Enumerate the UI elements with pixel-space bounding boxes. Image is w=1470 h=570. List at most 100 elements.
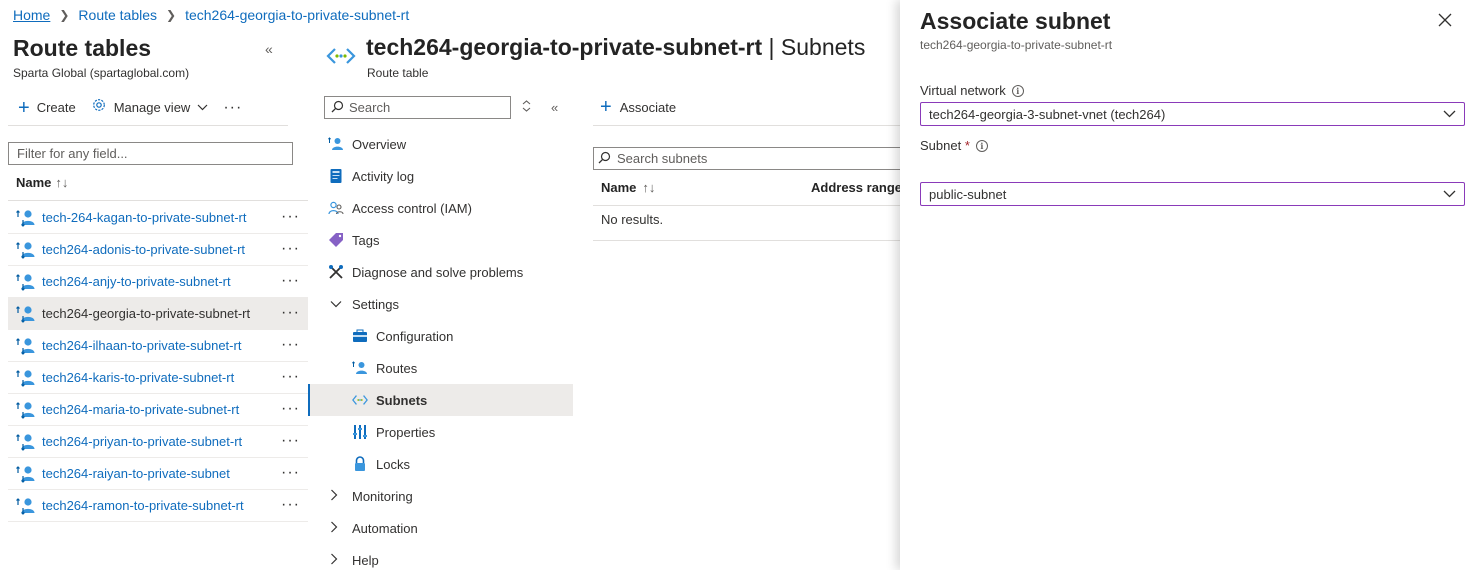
route-table-resource-icon <box>326 47 356 68</box>
close-icon[interactable] <box>1438 10 1452 33</box>
route-table-row[interactable]: tech264-maria-to-private-subnet-rt ··· <box>8 394 308 426</box>
route-table-link[interactable]: tech264-ilhaan-to-private-subnet-rt <box>42 338 241 353</box>
configuration-icon <box>352 328 368 344</box>
nav-item-settings[interactable]: Settings <box>308 288 573 320</box>
properties-icon <box>352 424 368 440</box>
nav-item-overview[interactable]: Overview <box>308 128 573 160</box>
more-options-icon[interactable]: ··· <box>281 368 300 386</box>
search-subnets-input[interactable]: Search subnets <box>593 147 900 170</box>
resource-name: tech264-georgia-to-private-subnet-rt <box>366 34 763 60</box>
nav-item-activity-log[interactable]: Activity log <box>308 160 573 192</box>
nav-item-automation[interactable]: Automation <box>308 512 573 544</box>
route-table-row[interactable]: tech264-priyan-to-private-subnet-rt ··· <box>8 426 308 458</box>
sort-icon[interactable]: ↑↓ <box>642 180 655 195</box>
associate-subnet-panel: Associate subnet tech264-georgia-to-priv… <box>900 0 1470 570</box>
breadcrumb-current[interactable]: tech264-georgia-to-private-subnet-rt <box>185 7 409 23</box>
more-options-icon[interactable]: ··· <box>281 336 300 354</box>
directory-subtitle: Sparta Global (spartaglobal.com) <box>13 66 190 80</box>
manage-view-button[interactable]: Manage view <box>91 97 209 118</box>
chevron-down-icon <box>1443 185 1456 206</box>
route-table-icon <box>16 304 36 324</box>
more-options-icon[interactable]: ··· <box>281 272 300 290</box>
nav-item-tags[interactable]: Tags <box>308 224 573 256</box>
route-table-row[interactable]: tech264-georgia-to-private-subnet-rt ··· <box>8 298 308 330</box>
info-icon[interactable]: i <box>975 139 988 152</box>
associate-label: Associate <box>619 99 677 115</box>
route-table-link[interactable]: tech264-karis-to-private-subnet-rt <box>42 370 234 385</box>
nav-item-subnets[interactable]: Subnets <box>308 384 573 416</box>
route-table-link[interactable]: tech264-raiyan-to-private-subnet <box>42 466 230 481</box>
nav-item-access-control-iam[interactable]: Access control (IAM) <box>308 192 573 224</box>
more-options-icon[interactable]: ··· <box>281 432 300 450</box>
more-options-icon[interactable]: ··· <box>281 464 300 482</box>
subnets-column-address-range[interactable]: Address range <box>811 180 902 195</box>
nav-item-properties[interactable]: Properties <box>308 416 573 448</box>
resource-menu-search-input[interactable]: Search <box>324 96 511 119</box>
nav-item-help[interactable]: Help <box>308 544 573 570</box>
associate-button[interactable]: + Associate <box>600 97 676 117</box>
chevron-down-icon <box>197 102 208 114</box>
nav-item-label: Diagnose and solve problems <box>352 264 524 280</box>
nav-item-configuration[interactable]: Configuration <box>308 320 573 352</box>
route-table-icon <box>16 464 36 484</box>
nav-item-label: Overview <box>352 136 407 152</box>
collapse-menu-icon[interactable]: « <box>551 100 558 115</box>
route-table-row[interactable]: tech264-adonis-to-private-subnet-rt ··· <box>8 234 308 266</box>
expand-collapse-icon[interactable] <box>522 100 531 115</box>
nav-item-routes[interactable]: Routes <box>308 352 573 384</box>
panel-title: Associate subnet <box>920 8 1111 34</box>
route-table-icon <box>16 496 36 516</box>
gear-icon <box>91 97 107 118</box>
column-header-name[interactable]: Name ↑↓ <box>16 175 68 190</box>
nav-item-label: Settings <box>352 296 399 312</box>
more-options-icon[interactable]: ··· <box>281 304 300 322</box>
route-table-link[interactable]: tech264-ramon-to-private-subnet-rt <box>42 498 244 513</box>
route-table-icon <box>16 432 36 452</box>
nav-item-label: Subnets <box>376 392 428 408</box>
route-table-row[interactable]: tech264-karis-to-private-subnet-rt ··· <box>8 362 308 394</box>
route-table-link[interactable]: tech264-priyan-to-private-subnet-rt <box>42 434 242 449</box>
subnet-dropdown[interactable]: public-subnet <box>920 182 1465 206</box>
collapse-left-pane-icon[interactable]: « <box>265 41 273 57</box>
chevron-right-icon: ❯ <box>166 8 177 22</box>
route-table-link[interactable]: tech264-anjy-to-private-subnet-rt <box>42 274 231 289</box>
virtual-network-dropdown[interactable]: tech264-georgia-3-subnet-vnet (tech264) <box>920 102 1465 126</box>
breadcrumb-route-tables[interactable]: Route tables <box>78 7 157 23</box>
route-table-link[interactable]: tech-264-kagan-to-private-subnet-rt <box>42 210 247 225</box>
route-table-link[interactable]: tech264-adonis-to-private-subnet-rt <box>42 242 245 257</box>
breadcrumb-home[interactable]: Home <box>13 7 50 23</box>
more-options-icon[interactable]: ··· <box>281 240 300 258</box>
subnets-column-name[interactable]: Name ↑↓ <box>601 180 655 195</box>
nav-item-locks[interactable]: Locks <box>308 448 573 480</box>
route-table-row[interactable]: tech264-ilhaan-to-private-subnet-rt ··· <box>8 330 308 362</box>
more-options-icon[interactable]: ··· <box>281 496 300 514</box>
manage-view-label: Manage view <box>113 100 191 115</box>
resource-type: Route table <box>367 66 429 80</box>
chevron-down-icon <box>1443 105 1456 126</box>
nav-item-label: Activity log <box>352 168 415 184</box>
page-title: Route tables <box>13 35 152 61</box>
route-table-row[interactable]: tech264-anjy-to-private-subnet-rt ··· <box>8 266 308 298</box>
info-icon[interactable]: i <box>1011 84 1024 97</box>
sort-icon[interactable]: ↑↓ <box>55 175 68 190</box>
breadcrumb: Home ❯ Route tables ❯ tech264-georgia-to… <box>13 7 409 23</box>
route-table-icon <box>16 272 36 292</box>
toolbar-divider <box>8 125 288 126</box>
nav-item-diagnose-and-solve-problems[interactable]: Diagnose and solve problems <box>308 256 573 288</box>
more-options-icon[interactable]: ··· <box>281 208 300 226</box>
more-options-icon[interactable]: ··· <box>281 400 300 418</box>
subnets-icon <box>352 392 368 408</box>
empty-state-text: No results. <box>601 212 664 227</box>
nav-item-label: Tags <box>352 232 380 248</box>
route-table-row[interactable]: tech264-ramon-to-private-subnet-rt ··· <box>8 490 308 522</box>
route-table-row[interactable]: tech-264-kagan-to-private-subnet-rt ··· <box>8 202 308 234</box>
route-table-link[interactable]: tech264-georgia-to-private-subnet-rt <box>42 306 250 321</box>
nav-item-monitoring[interactable]: Monitoring <box>308 480 573 512</box>
route-table-link[interactable]: tech264-maria-to-private-subnet-rt <box>42 402 239 417</box>
lock-icon <box>352 456 368 472</box>
filter-input[interactable]: Filter for any field... <box>8 142 293 165</box>
more-options-icon[interactable]: ··· <box>223 99 242 117</box>
create-button[interactable]: + Create <box>18 98 76 118</box>
nav-item-label: Configuration <box>376 328 454 344</box>
route-table-row[interactable]: tech264-raiyan-to-private-subnet ··· <box>8 458 308 490</box>
